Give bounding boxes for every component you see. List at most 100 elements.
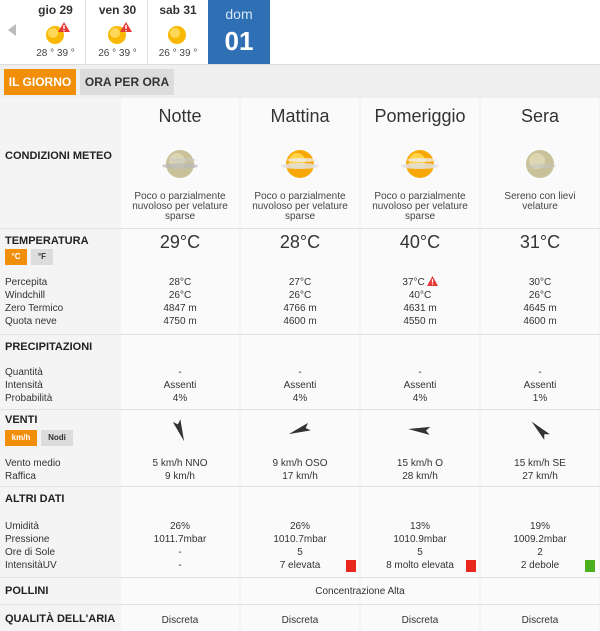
humidity: 26%	[289, 521, 310, 532]
windchill-temp: 26°C	[528, 290, 552, 301]
sunny-icon	[108, 22, 132, 44]
divider	[0, 409, 600, 410]
air-quality: Discreta	[161, 615, 199, 626]
perceived-temp-cell: 37°C	[361, 276, 479, 289]
day-temps: 26 ° 39 °	[98, 48, 137, 59]
air-quality: Discreta	[401, 615, 439, 626]
perceived-temp: 28°C	[168, 277, 192, 288]
day-temps: 26 ° 39 °	[158, 48, 198, 59]
quota-neve: 4750 m	[163, 316, 197, 327]
section-temperatura: TEMPERATURA	[5, 235, 89, 247]
day-friday[interactable]: ven 30 26 ° 39 °	[88, 0, 148, 64]
sun-hours: 2	[537, 547, 543, 558]
wind-gust: 17 km/h	[282, 471, 318, 482]
main-temperature: 40°C	[399, 232, 441, 252]
uv-level-swatch	[585, 560, 595, 572]
column-header: Sera	[520, 106, 560, 126]
uv-intensity: -	[178, 560, 182, 571]
main-temperature: 28°C	[279, 232, 321, 252]
wind-average: 15 km/h O	[396, 458, 444, 469]
zero-termico: 4631 m	[403, 303, 437, 314]
sun-hours: 5	[297, 547, 303, 558]
wind-average: 15 km/h SE	[514, 458, 566, 469]
wind-gust: 9 km/h	[164, 471, 195, 482]
humidity: 19%	[529, 521, 550, 532]
forecast-grid: Notte Mattina Pomeriggio Sera CONDIZIONI…	[0, 98, 600, 631]
wind-gust: 27 km/h	[522, 471, 558, 482]
quota-neve: 4600 m	[283, 316, 317, 327]
zero-termico: 4645 m	[523, 303, 557, 314]
section-pollini: POLLINI	[5, 585, 49, 597]
day-thursday[interactable]: gio 29 28 ° 39 °	[26, 0, 86, 64]
divider	[0, 486, 600, 487]
day-name: dom	[225, 6, 253, 22]
sunny-icon	[46, 22, 70, 44]
pressure: 1010.9mbar	[393, 534, 447, 545]
windchill-temp: 26°C	[168, 290, 192, 301]
perceived-temp: 30°C	[528, 277, 552, 288]
condition-text: Poco o parzialmente nuvoloso per velatur…	[132, 191, 228, 222]
wind-gust: 28 km/h	[402, 471, 438, 482]
section-qualita-aria: QUALITÀ DELL'ARIA	[5, 613, 116, 625]
unit-nodi-button[interactable]: Nodi	[41, 430, 73, 446]
precip-probability: 4%	[292, 393, 308, 404]
perceived-temp: 37°C	[402, 277, 425, 288]
pollen-concentration: Concentrazione Alta	[315, 586, 405, 597]
day-name: gio 29	[38, 3, 73, 17]
view-tabs: IL GIORNO ORA PER ORA	[0, 64, 600, 98]
day-temps: 28 ° 39 °	[36, 48, 75, 59]
divider	[0, 228, 600, 229]
row-label-umidita: Umidità	[5, 521, 39, 532]
condition-text: Sereno con lievi velature	[504, 191, 576, 212]
column-header: Pomeriggio	[374, 106, 466, 126]
main-temperature: 29°C	[159, 232, 201, 252]
uv-intensity: 2 debole	[520, 560, 560, 571]
precip-probability: 4%	[172, 393, 188, 404]
pressure: 1010.7mbar	[273, 534, 327, 545]
divider	[0, 334, 600, 335]
row-label-vento-medio: Vento medio	[5, 458, 61, 469]
zero-termico: 4766 m	[283, 303, 317, 314]
divider	[0, 604, 600, 605]
uv-level-swatch	[466, 560, 476, 572]
day-number: 01	[224, 26, 254, 56]
day-name: sab 31	[159, 3, 197, 17]
sunny-icon	[168, 26, 186, 44]
row-label-pressione: Pressione	[5, 534, 50, 545]
humidity: 13%	[409, 521, 430, 532]
windchill-temp: 26°C	[288, 290, 312, 301]
tab-ora-per-ora[interactable]: ORA PER ORA	[80, 69, 174, 95]
wind-average: 9 km/h OSO	[272, 458, 328, 469]
day-strip: gio 29 28 ° 39 ° ven 30 26 ° 39 ° sab 31…	[0, 0, 600, 64]
pressure: 1009.2mbar	[513, 534, 567, 545]
day-saturday[interactable]: sab 31 26 ° 39 °	[148, 0, 208, 64]
row-label-intensita: Intensità	[5, 380, 43, 391]
wind-direction-arrow-icon	[531, 421, 550, 440]
unit-kmh-button[interactable]: km/h	[5, 430, 37, 446]
row-label-percepita: Percepita	[5, 277, 48, 288]
section-precipitazioni: PRECIPITAZIONI	[5, 341, 93, 353]
air-quality: Discreta	[521, 615, 559, 626]
precip-intensity: Assenti	[523, 380, 557, 391]
previous-days-arrow-icon[interactable]	[8, 24, 16, 36]
precip-quantity: -	[538, 367, 542, 378]
wind-average: 5 km/h NNO	[152, 458, 208, 469]
unit-fahrenheit-button[interactable]: °F	[31, 249, 53, 265]
unit-celsius-button[interactable]: °C	[5, 249, 27, 265]
warning-icon	[426, 276, 438, 286]
day-sunday-selected[interactable]: dom 01	[208, 0, 270, 64]
windchill-temp: 40°C	[408, 290, 432, 301]
precip-intensity: Assenti	[403, 380, 437, 391]
main-temperature: 31°C	[519, 232, 561, 252]
wind-direction-arrow-icon	[172, 419, 185, 442]
column-header: Notte	[158, 106, 202, 126]
zero-termico: 4847 m	[163, 303, 197, 314]
humidity: 26%	[169, 521, 190, 532]
air-quality: Discreta	[281, 615, 319, 626]
wind-direction-arrow-icon	[288, 422, 311, 435]
uv-intensity: 8 molto elevata	[386, 560, 454, 571]
partly-veiled-sun-icon	[401, 150, 439, 178]
tab-il-giorno[interactable]: IL GIORNO	[4, 69, 76, 95]
row-label-quota-neve: Quota neve	[5, 316, 57, 327]
sun-hours: 5	[417, 547, 423, 558]
